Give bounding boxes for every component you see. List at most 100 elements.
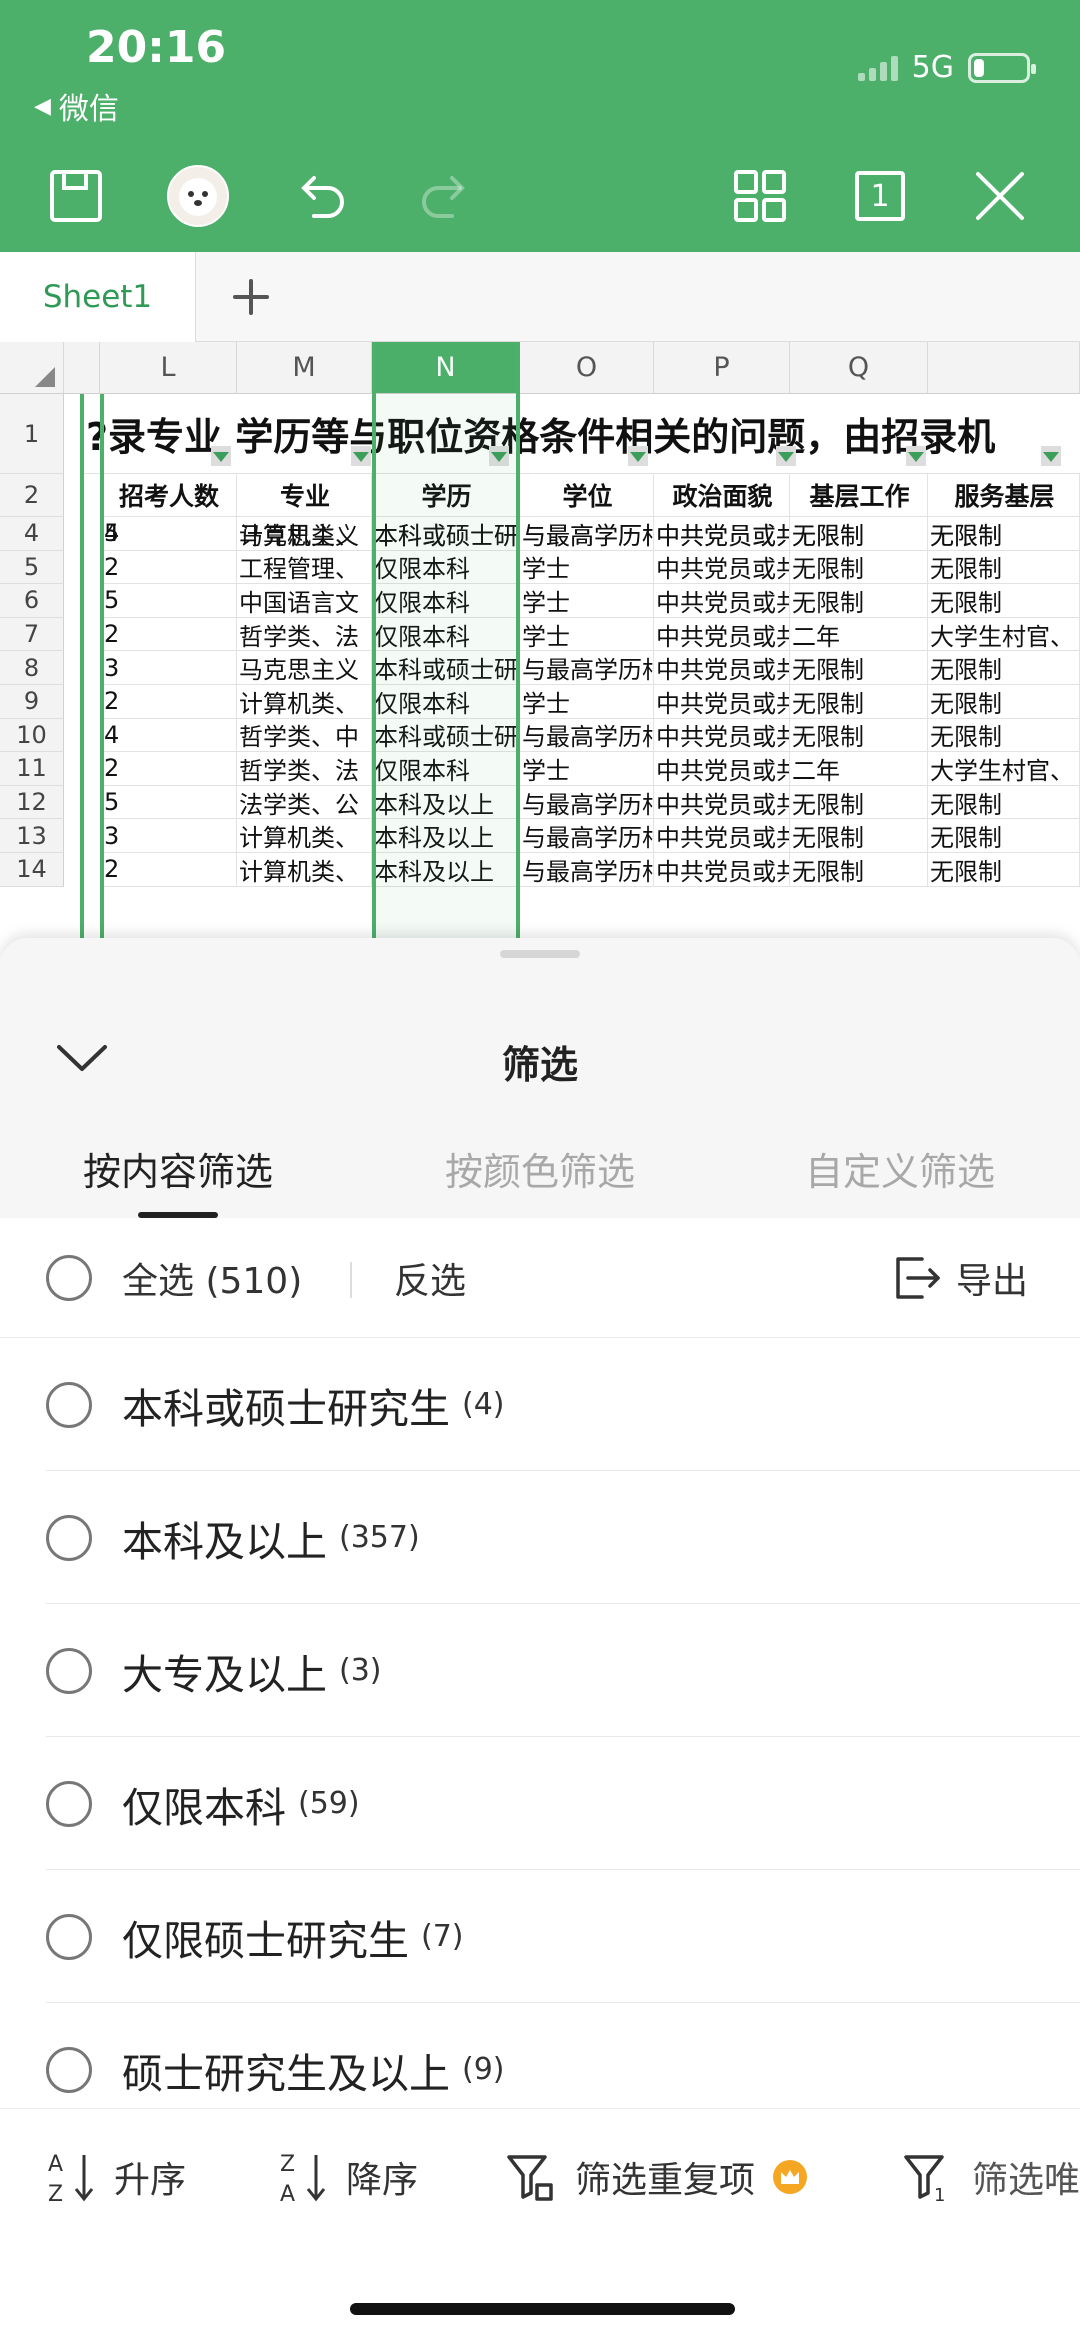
filter-option[interactable]: 本科及以上 (357) (0, 1471, 1080, 1604)
data-cell[interactable]: 无限制 (790, 517, 928, 551)
column-header-p[interactable]: P (654, 342, 790, 394)
row-header-12[interactable]: 12 (0, 785, 64, 820)
data-cell[interactable]: 本科或硕士研 (372, 651, 520, 685)
select-all-corner[interactable] (0, 342, 64, 394)
data-cell[interactable]: 大学生村官、 (928, 752, 1080, 786)
header-cell[interactable]: 基层工作 (790, 474, 928, 517)
header-cell[interactable]: 学历 (372, 474, 520, 517)
data-cell[interactable]: 本科及以上 (372, 785, 520, 820)
sort-descending-button[interactable]: ZA 降序 (278, 2109, 418, 2244)
header-cell[interactable]: 政治面貌 (654, 474, 790, 517)
data-cell[interactable]: 无限制 (928, 517, 1080, 551)
data-cell[interactable]: 计算机类、 (237, 517, 372, 551)
data-cell[interactable]: 与最高学历相 (520, 853, 654, 887)
data-cell[interactable]: 无限制 (790, 718, 928, 753)
data-cell[interactable]: 无限制 (790, 550, 928, 585)
data-cell[interactable]: 中共党员或共 (654, 550, 790, 585)
data-cell[interactable]: 5 (100, 785, 237, 820)
filter-unique-button[interactable]: 1 筛选唯 (902, 2109, 1080, 2244)
filter-option[interactable]: 仅限硕士研究生 (7) (0, 1870, 1080, 2003)
data-cell[interactable]: 中共党员或共 (654, 584, 790, 618)
data-cell[interactable]: 仅限本科 (372, 752, 520, 786)
data-cell-partial[interactable] (1070, 685, 1080, 719)
data-cell[interactable]: 工程管理、 (237, 550, 372, 585)
option-radio[interactable] (46, 1780, 92, 1827)
data-cell[interactable]: 无限制 (928, 785, 1080, 820)
data-cell[interactable]: 中共党员或共 (654, 752, 790, 786)
data-cell[interactable]: 无限制 (790, 819, 928, 853)
data-cell[interactable]: 无限制 (928, 584, 1080, 618)
column-header-q[interactable]: Q (790, 342, 928, 394)
close-button[interactable] (964, 160, 1036, 232)
option-radio[interactable] (46, 1647, 92, 1694)
data-cell[interactable]: 哲学类、中 (237, 718, 372, 753)
row-header-10[interactable]: 10 (0, 718, 64, 753)
data-cell[interactable]: 计算机类、 (237, 853, 372, 887)
save-button[interactable] (40, 160, 112, 232)
data-cell[interactable]: 2 (100, 550, 237, 585)
row-header-1[interactable]: 1 (0, 394, 64, 474)
undo-button[interactable] (286, 160, 358, 232)
data-cell[interactable]: 2 (100, 685, 237, 719)
column-header-n[interactable]: N (372, 342, 520, 394)
option-radio[interactable] (46, 2046, 92, 2093)
merged-title-cell[interactable]: ?录专业 学历等与职位资格条件相关的问题，由招录机 (84, 394, 1080, 474)
header-cell[interactable]: 学位 (520, 474, 654, 517)
data-cell[interactable]: 二年 (790, 752, 928, 786)
row-header-6[interactable]: 6 (0, 584, 64, 618)
data-cell[interactable]: 学士 (520, 584, 654, 618)
data-cell[interactable]: 中共党员或共 (654, 819, 790, 853)
data-cell[interactable]: 无限制 (790, 584, 928, 618)
data-cell[interactable]: 计算机类、 (237, 685, 372, 719)
data-cell[interactable]: 无限制 (928, 853, 1080, 887)
data-cell[interactable]: 无限制 (790, 651, 928, 685)
sheet-count-button[interactable]: 1 (844, 160, 916, 232)
row-header-5[interactable]: 5 (0, 550, 64, 585)
data-cell[interactable]: 无限制 (928, 718, 1080, 753)
data-cell-partial[interactable] (1070, 853, 1080, 887)
spreadsheet-grid[interactable]: LMNOPQR1234567891011121314?录专业 学历等与职位资格条… (0, 342, 1080, 942)
data-cell[interactable]: 中共党员或共 (654, 785, 790, 820)
header-cell[interactable]: 专业 (237, 474, 372, 517)
data-cell[interactable]: 3 (100, 651, 237, 685)
add-sheet-button[interactable] (218, 264, 284, 330)
data-cell[interactable]: 5 (100, 584, 237, 618)
grid-view-button[interactable] (724, 160, 796, 232)
tab-filter-by-content[interactable]: 按内容筛选 (28, 1118, 328, 1218)
data-cell[interactable]: 本科或硕士研 (372, 718, 520, 753)
row-header-9[interactable]: 9 (0, 685, 64, 719)
select-all-radio[interactable] (46, 1255, 92, 1301)
data-cell[interactable]: 无限制 (790, 785, 928, 820)
data-cell[interactable]: 仅限本科 (372, 685, 520, 719)
data-cell[interactable]: 中共党员或共 (654, 718, 790, 753)
data-cell[interactable]: 大学生村官、 (928, 617, 1080, 652)
data-cell-partial[interactable] (1070, 819, 1080, 853)
column-header-l[interactable]: L (100, 342, 237, 394)
data-cell[interactable]: 计算机类、 (237, 819, 372, 853)
data-cell-partial[interactable] (1070, 584, 1080, 618)
option-radio[interactable] (46, 1913, 92, 1960)
sort-ascending-button[interactable]: AZ 升序 (46, 2109, 186, 2244)
row-header-8[interactable]: 8 (0, 651, 64, 685)
data-cell-partial[interactable] (1070, 517, 1080, 551)
data-cell-partial[interactable] (1070, 550, 1080, 585)
data-cell[interactable]: 与最高学历相 (520, 651, 654, 685)
row-header-2[interactable]: 2 (0, 474, 64, 517)
data-cell[interactable]: 2 (100, 853, 237, 887)
data-cell[interactable]: 2 (100, 752, 237, 786)
data-cell[interactable]: 与最高学历相 (520, 718, 654, 753)
data-cell[interactable]: 3 (100, 819, 237, 853)
column-header-o[interactable]: O (520, 342, 654, 394)
header-cell[interactable]: 招考人数 (100, 474, 237, 517)
data-cell[interactable]: 中共党员或共 (654, 617, 790, 652)
data-cell[interactable]: 与最高学历相 (520, 819, 654, 853)
data-cell[interactable]: 无限制 (790, 685, 928, 719)
data-cell[interactable]: 学士 (520, 752, 654, 786)
data-cell[interactable]: 马克思主义 (237, 651, 372, 685)
column-header-partial[interactable] (928, 342, 1080, 394)
data-cell[interactable]: 仅限本科 (372, 550, 520, 585)
option-radio[interactable] (46, 1514, 92, 1561)
data-cell[interactable]: 无限制 (928, 819, 1080, 853)
data-cell[interactable]: 学士 (520, 550, 654, 585)
back-to-wechat[interactable]: ◀ 微信 (34, 84, 119, 128)
